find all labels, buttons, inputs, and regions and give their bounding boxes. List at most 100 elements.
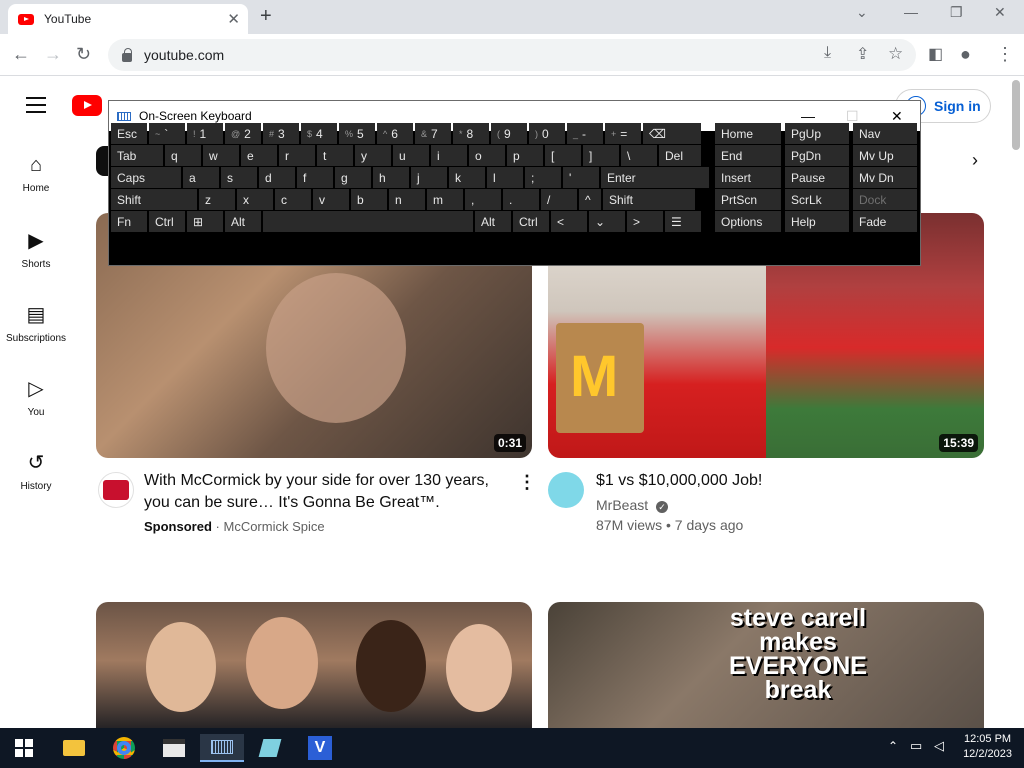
sidebar-item-subscriptions[interactable]: ▤ Subscriptions [0, 302, 72, 344]
osk-key[interactable]: ☰ [665, 211, 701, 232]
osk-minimize-button[interactable]: — [801, 108, 815, 124]
osk-key[interactable]: Nav [853, 123, 917, 144]
osk-key[interactable]: % 5 [339, 123, 375, 144]
osk-key[interactable]: j [411, 167, 447, 188]
osk-key[interactable]: Del [659, 145, 701, 166]
more-options-icon[interactable]: ⋮ [518, 472, 536, 493]
osk-taskbar-icon[interactable] [200, 734, 244, 762]
osk-key[interactable]: [ [545, 145, 581, 166]
video-thumbnail[interactable]: steve carell makes EVERYONE break [548, 602, 984, 732]
menu-dots-icon[interactable]: ⋮ [996, 44, 1014, 65]
osk-key[interactable]: p [507, 145, 543, 166]
osk-key[interactable]: f [297, 167, 333, 188]
osk-key[interactable]: Alt [475, 211, 511, 232]
osk-key[interactable]: * 8 [453, 123, 489, 144]
osk-key[interactable]: < [551, 211, 587, 232]
address-bar[interactable]: youtube.com [108, 39, 916, 71]
osk-key[interactable]: Shift [603, 189, 695, 210]
osk-key[interactable]: Options [715, 211, 781, 232]
video-title[interactable]: $1 vs $10,000,000 Job! [596, 470, 762, 492]
osk-key[interactable]: Help [785, 211, 849, 232]
osk-key[interactable]: k [449, 167, 485, 188]
osk-key[interactable]: h [373, 167, 409, 188]
hamburger-menu-icon[interactable] [26, 97, 46, 118]
osk-key[interactable]: ^ [579, 189, 601, 210]
osk-key[interactable]: ] [583, 145, 619, 166]
osk-key[interactable]: Mv Up [853, 145, 917, 166]
osk-key[interactable] [263, 211, 473, 232]
snipping-icon[interactable] [256, 734, 284, 762]
osk-key[interactable]: Fn [111, 211, 147, 232]
close-tab-icon[interactable]: ✕ [227, 10, 240, 28]
chevron-right-icon[interactable]: › [972, 150, 978, 171]
osk-key[interactable]: c [275, 189, 311, 210]
osk-key[interactable]: (9 [491, 123, 527, 144]
v-app-icon[interactable]: V [306, 734, 334, 762]
video-thumbnail[interactable] [96, 602, 532, 732]
back-icon[interactable]: ← [12, 44, 30, 65]
osk-key[interactable]: ; [525, 167, 561, 188]
osk-key[interactable]: l [487, 167, 523, 188]
osk-key[interactable]: b [351, 189, 387, 210]
sidebar-item-shorts[interactable]: ▶ Shorts [0, 228, 72, 270]
osk-key[interactable]: + = [605, 123, 641, 144]
clapperboard-icon[interactable] [160, 734, 188, 762]
osk-key[interactable]: t [317, 145, 353, 166]
osk-key[interactable]: o [469, 145, 505, 166]
video-title[interactable]: With McCormick by your side for over 130… [144, 470, 489, 514]
bookmark-star-icon[interactable]: ☆ [888, 44, 903, 64]
share-icon[interactable]: ⇪ [856, 44, 869, 64]
channel-avatar[interactable] [548, 472, 584, 508]
osk-key[interactable]: x [237, 189, 273, 210]
show-hidden-icons-icon[interactable]: ⌃ [888, 739, 898, 753]
osk-key[interactable]: s [221, 167, 257, 188]
minimize-button[interactable]: — [904, 4, 918, 20]
osk-key[interactable]: i [431, 145, 467, 166]
osk-key[interactable]: Ctrl [149, 211, 185, 232]
osk-key[interactable]: ~ ` [149, 123, 185, 144]
osk-key[interactable]: \ [621, 145, 657, 166]
osk-key[interactable]: ! 1 [187, 123, 223, 144]
network-icon[interactable]: ▭ [910, 738, 922, 754]
osk-key[interactable]: ' [563, 167, 599, 188]
osk-key[interactable]: ⌄ [589, 211, 625, 232]
osk-key[interactable]: & 7 [415, 123, 451, 144]
channel-avatar[interactable] [98, 472, 134, 508]
osk-key[interactable]: z [199, 189, 235, 210]
restore-button[interactable]: ❐ [950, 4, 963, 21]
osk-key[interactable]: Ctrl [513, 211, 549, 232]
sidebar-item-you[interactable]: ▷ You [0, 376, 72, 418]
osk-key[interactable]: Home [715, 123, 781, 144]
reload-icon[interactable]: ↻ [76, 44, 91, 65]
osk-key[interactable]: Fade [853, 211, 917, 232]
osk-key[interactable]: Dock [853, 189, 917, 210]
osk-key[interactable]: r [279, 145, 315, 166]
osk-key[interactable]: g [335, 167, 371, 188]
osk-key[interactable]: m [427, 189, 463, 210]
osk-key[interactable]: n [389, 189, 425, 210]
tab-search-icon[interactable]: ⌄ [856, 4, 868, 21]
osk-key[interactable]: Shift [111, 189, 197, 210]
osk-key[interactable]: a [183, 167, 219, 188]
osk-key[interactable]: w [203, 145, 239, 166]
sidebar-item-home[interactable]: ⌂ Home [0, 154, 72, 194]
osk-key[interactable]: ⊞ [187, 211, 223, 232]
osk-key[interactable]: $4 [301, 123, 337, 144]
osk-key[interactable]: e [241, 145, 277, 166]
close-window-button[interactable]: ✕ [994, 4, 1006, 21]
osk-key[interactable]: Enter [601, 167, 709, 188]
osk-key[interactable]: #3 [263, 123, 299, 144]
osk-key[interactable]: Insert [715, 167, 781, 188]
forward-icon[interactable]: → [44, 44, 62, 65]
osk-key[interactable]: Caps [111, 167, 181, 188]
page-scrollbar-thumb[interactable] [1012, 80, 1020, 150]
channel-name[interactable]: McCormick Spice [223, 519, 324, 534]
osk-key[interactable]: PrtScn [715, 189, 781, 210]
new-tab-button[interactable]: + [260, 5, 272, 28]
osk-key[interactable]: End [715, 145, 781, 166]
osk-key[interactable]: @2 [225, 123, 261, 144]
channel-name[interactable]: MrBeast [596, 497, 648, 513]
osk-key[interactable]: q [165, 145, 201, 166]
sidebar-item-history[interactable]: ↺ History [0, 450, 72, 492]
install-icon[interactable]: ⤓ [824, 44, 831, 62]
